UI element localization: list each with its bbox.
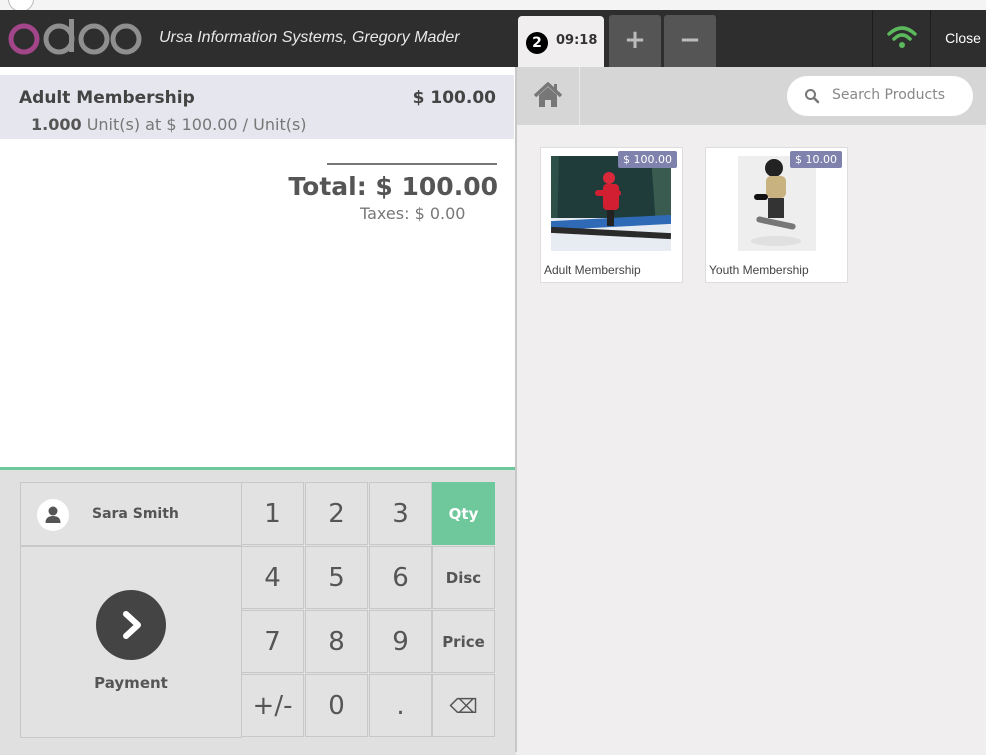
product-image-adult-skier (551, 156, 671, 251)
product-card[interactable]: $ 100.00 Adult Membership (540, 147, 683, 283)
order-line-quantity: 1.000 (31, 115, 82, 134)
numpad-key-7[interactable]: 7 (241, 610, 304, 673)
product-price-tag: $ 10.00 (790, 151, 842, 168)
order-tab[interactable]: 2 09:18 (518, 16, 604, 67)
header-divider (930, 10, 931, 67)
close-button[interactable]: Close (940, 10, 986, 67)
order-line-unit-info: Unit(s) at $ 100.00 / Unit(s) (86, 115, 307, 134)
pos-header: Ursa Information Systems, Gregory Mader … (0, 10, 986, 67)
product-name: Adult Membership (544, 263, 641, 277)
sign-toggle-button[interactable]: +/- (241, 674, 304, 737)
backspace-icon[interactable]: ⌫ (432, 674, 495, 737)
order-line-price: $ 100.00 (412, 88, 496, 108)
order-taxes: Taxes: $ 0.00 (360, 204, 466, 223)
order-number-badge: 2 (526, 32, 548, 54)
customer-button[interactable]: Sara Smith (20, 482, 242, 546)
numpad-key-1[interactable]: 1 (241, 482, 304, 545)
numpad-key-8[interactable]: 8 (305, 610, 368, 673)
numpad-key-0[interactable]: 0 (305, 674, 368, 737)
decimal-button[interactable]: . (369, 674, 432, 737)
odoo-logo (8, 19, 142, 55)
search-box[interactable]: Search Products (787, 76, 973, 116)
numpad-key-2[interactable]: 2 (305, 482, 368, 545)
order-line-info: 1.000 Unit(s) at $ 100.00 / Unit(s) (31, 115, 307, 134)
customer-name: Sara Smith (92, 506, 179, 522)
numpad-key-6[interactable]: 6 (369, 546, 432, 609)
qty-mode-button[interactable]: Qty (432, 482, 495, 545)
products-panel: Search Products $ 100.00 Adult Membershi… (517, 67, 986, 752)
order-total: Total: $ 100.00 (288, 172, 498, 201)
wifi-icon (887, 26, 917, 48)
disc-mode-button[interactable]: Disc (432, 546, 495, 609)
product-name: Youth Membership (709, 263, 809, 277)
products-toolbar: Search Products (517, 67, 986, 125)
user-icon (45, 506, 61, 523)
remove-order-button[interactable]: − (664, 15, 716, 67)
order-panel: Adult Membership $ 100.00 1.000 Unit(s) … (0, 67, 516, 755)
search-input[interactable]: Search Products (832, 87, 945, 103)
numpad-key-3[interactable]: 3 (369, 482, 432, 545)
product-price-tag: $ 100.00 (618, 151, 677, 168)
order-line-product: Adult Membership (19, 88, 195, 108)
company-user-label: Ursa Information Systems, Gregory Mader (159, 29, 460, 46)
search-icon (805, 89, 820, 104)
numpad-key-4[interactable]: 4 (241, 546, 304, 609)
numpad-key-5[interactable]: 5 (305, 546, 368, 609)
order-time: 09:18 (556, 33, 598, 48)
browser-strip (0, 0, 986, 12)
numpad-key-9[interactable]: 9 (369, 610, 432, 673)
control-panel: Sara Smith Payment 1 2 3 Qty 4 5 6 Disc … (0, 467, 516, 755)
payment-circle (96, 590, 166, 660)
avatar (37, 499, 69, 531)
product-card[interactable]: $ 10.00 Youth Membership (705, 147, 848, 283)
payment-button[interactable]: Payment (20, 546, 242, 738)
total-divider (327, 163, 497, 165)
order-line[interactable]: Adult Membership $ 100.00 1.000 Unit(s) … (0, 75, 514, 139)
home-icon (533, 82, 563, 107)
add-order-button[interactable]: + (609, 15, 661, 67)
header-divider (872, 10, 873, 67)
chevron-right-icon (123, 611, 141, 639)
home-button[interactable] (517, 67, 580, 125)
price-mode-button[interactable]: Price (432, 610, 495, 673)
product-image-youth-snowboarder (716, 156, 836, 251)
payment-label: Payment (94, 674, 168, 692)
